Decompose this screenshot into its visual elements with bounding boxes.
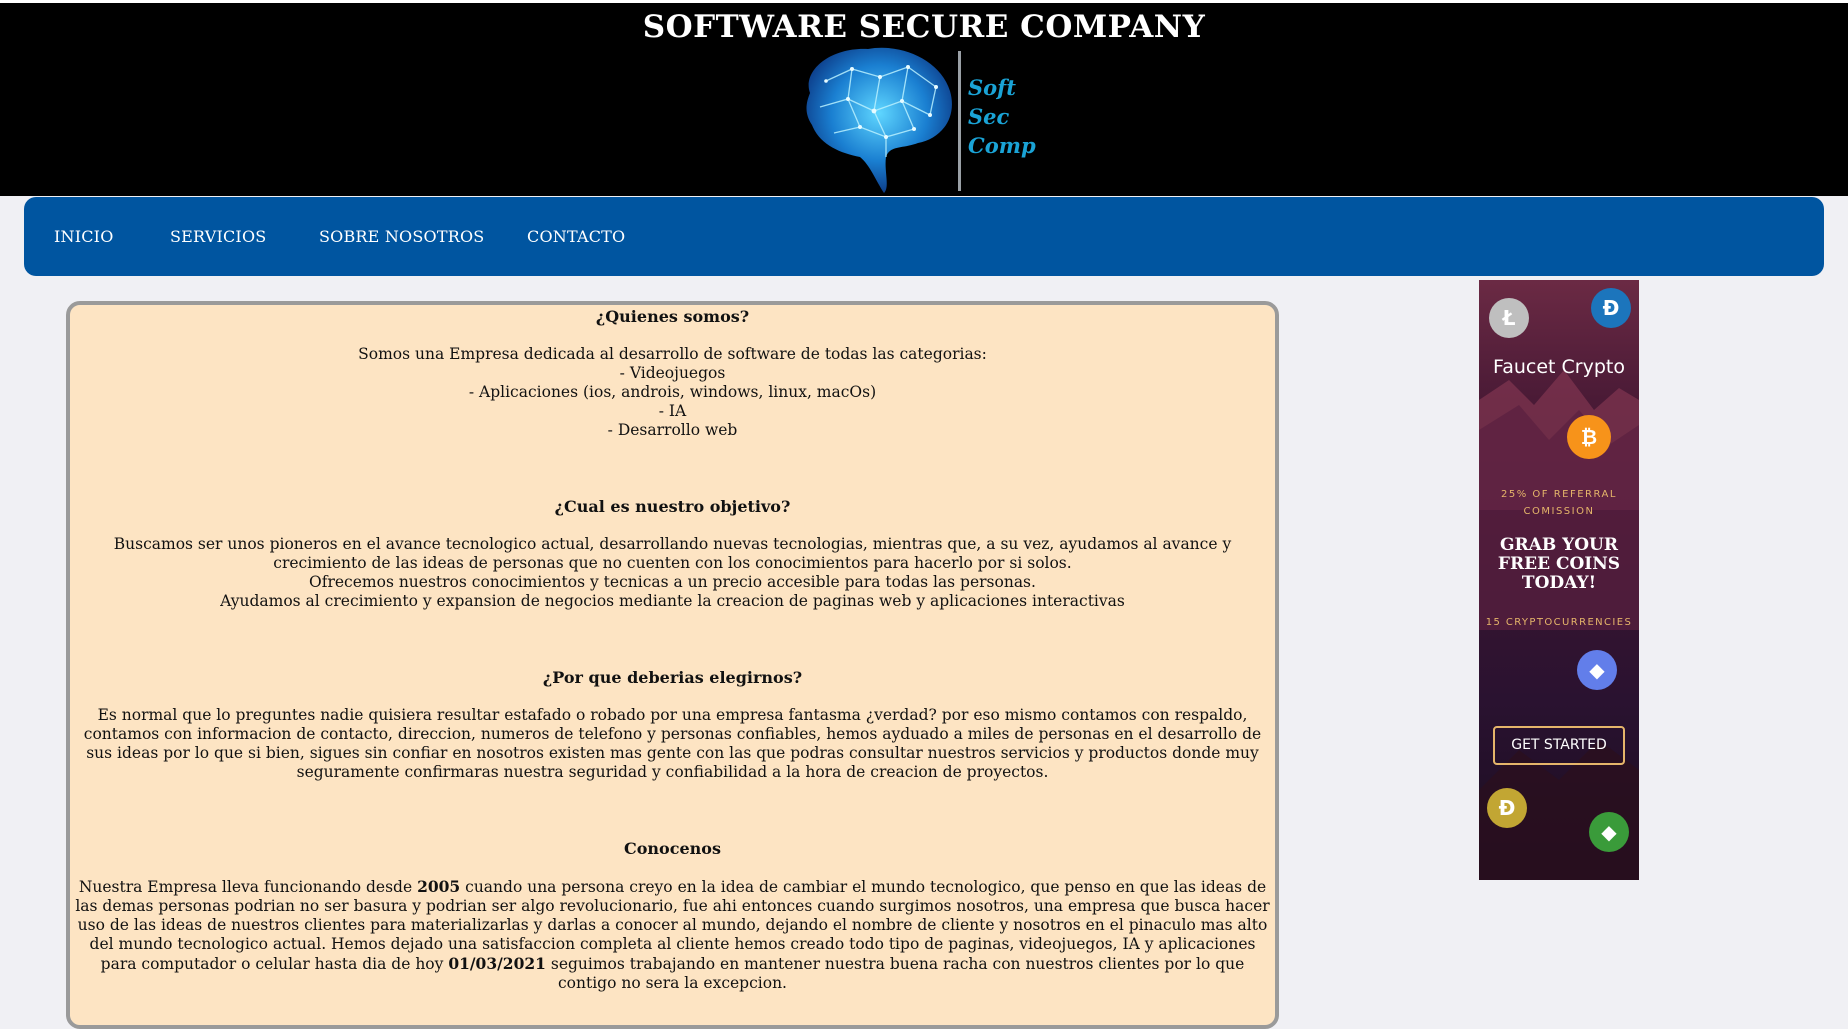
logo-line: Soft (968, 75, 1016, 100)
text-run: Nuestra Empresa lleva funcionando desde (78, 878, 418, 896)
section-text: Somos una Empresa dedicada al desarrollo… (358, 345, 987, 363)
brain-icon (806, 47, 961, 193)
section-heading: ¿Por que deberias elegirnos? (542, 668, 803, 687)
current-date: 01/03/2021 (448, 954, 546, 973)
logo-line: Comp (968, 133, 1036, 158)
section-text: Ofrecemos nuestros conocimientos y tecni… (309, 573, 1036, 591)
nav-item-contacto[interactable]: CONTACTO (527, 197, 625, 276)
list-item: - Desarrollo web (607, 421, 738, 439)
litecoin-icon: Ł (1489, 298, 1529, 338)
ethereum-icon: ◆ (1577, 650, 1617, 690)
list-item: - IA (658, 402, 687, 420)
founding-year: 2005 (417, 877, 461, 896)
section-heading: ¿Quienes somos? (595, 307, 750, 326)
list-item: - Aplicaciones (ios, androis, windows, l… (468, 383, 877, 401)
section-text: Buscamos ser unos pioneros en el avance … (113, 535, 1232, 572)
section-conocenos: Conocenos Nuestra Empresa lleva funciona… (70, 839, 1275, 993)
dash-icon: Đ (1591, 288, 1631, 328)
dogecoin-icon: Ð (1487, 788, 1527, 828)
section-text: Es normal que lo preguntes nadie quisier… (83, 706, 1262, 781)
nav-item-sobre-nosotros[interactable]: SOBRE NOSOTROS (319, 197, 484, 276)
bitcoin-icon: ₿ (1567, 415, 1611, 459)
ad-banner[interactable]: Ł Đ Faucet Crypto ₿ 25% OF REFERRAL COMI… (1479, 280, 1639, 880)
ethereum-classic-icon: ◆ (1589, 812, 1629, 852)
ad-headline: GRAB YOUR FREE COINS TODAY! (1479, 536, 1639, 593)
ad-headline-line: FREE COINS (1497, 554, 1621, 574)
ad-referral-line: COMISSION (1523, 506, 1595, 517)
ad-headline-line: GRAB YOUR (1499, 535, 1619, 555)
site-header: SOFTWARE SECURE COMPANY Soft Sec Comp (0, 3, 1848, 196)
text-run: seguimos trabajando en mantener nuestra … (545, 955, 1245, 992)
main-nav: INICIO SERVICIOS SOBRE NOSOTROS CONTACTO (24, 197, 1824, 276)
logo-text: Soft Sec Comp (968, 73, 1036, 160)
nav-item-inicio[interactable]: INICIO (54, 197, 114, 276)
ad-title: Faucet Crypto (1493, 356, 1625, 378)
ad-referral-line: 25% OF REFERRAL (1501, 489, 1617, 500)
nav-item-servicios[interactable]: SERVICIOS (170, 197, 266, 276)
section-objetivo: ¿Cual es nuestro objetivo? Buscamos ser … (70, 497, 1275, 611)
ad-crypto-count: 15 CRYPTOCURRENCIES (1485, 617, 1633, 628)
list-item: - Videojuegos (619, 364, 726, 382)
content-box: ¿Quienes somos? Somos una Empresa dedica… (66, 301, 1279, 1029)
logo-line: Sec (968, 104, 1010, 129)
site-title: SOFTWARE SECURE COMPANY (642, 9, 1206, 45)
company-logo: Soft Sec Comp (790, 41, 1050, 196)
section-text: Ayudamos al crecimiento y expansion de n… (220, 592, 1125, 610)
section-quienes-somos: ¿Quienes somos? Somos una Empresa dedica… (70, 307, 1275, 440)
ad-referral: 25% OF REFERRAL COMISSION (1479, 486, 1639, 520)
section-text: Nuestra Empresa lleva funcionando desde … (70, 877, 1275, 993)
section-elegirnos: ¿Por que deberias elegirnos? Es normal q… (70, 668, 1275, 782)
section-heading: ¿Cual es nuestro objetivo? (554, 497, 791, 516)
get-started-button[interactable]: GET STARTED (1493, 726, 1625, 765)
ad-headline-line: TODAY! (1521, 573, 1597, 593)
section-heading: Conocenos (624, 839, 721, 858)
